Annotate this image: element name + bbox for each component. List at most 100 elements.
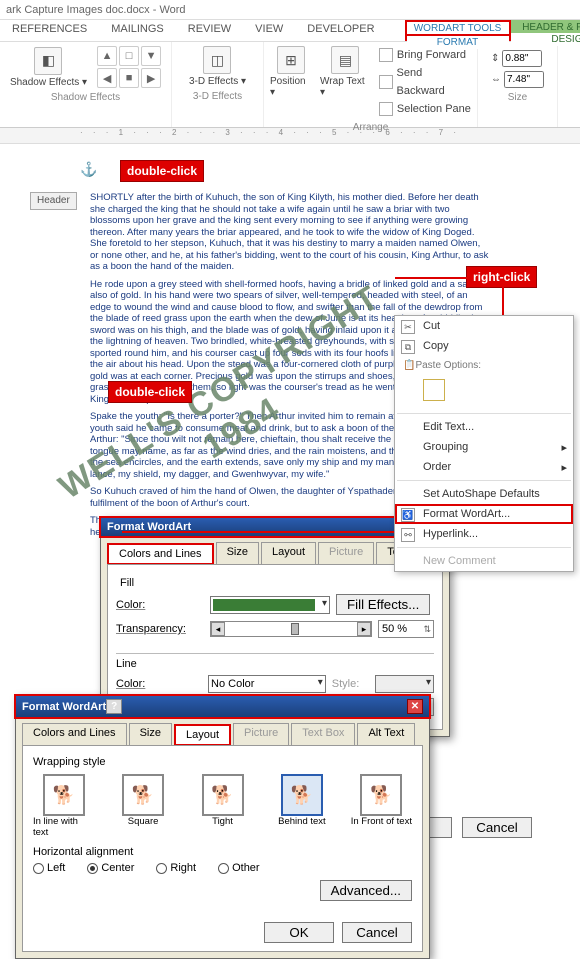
shadow-icon: ◧ xyxy=(34,47,62,75)
3d-effects-button[interactable]: ◫ 3-D Effects ▾ xyxy=(189,46,246,87)
wrap-behind-text[interactable]: 🐕Behind text xyxy=(271,774,332,838)
anchor-icon: ⚓ xyxy=(80,164,97,176)
line-color-combo[interactable]: No Color xyxy=(208,675,326,693)
menu-new-comment: New Comment xyxy=(395,551,573,571)
menu-copy[interactable]: ⧉Copy xyxy=(395,336,573,356)
menu-format-wordart[interactable]: ♿Format WordArt... xyxy=(395,504,573,524)
align-left-radio[interactable]: Left xyxy=(33,862,65,874)
annotation-line xyxy=(122,531,400,533)
tab-alt-text[interactable]: Alt Text xyxy=(357,723,415,745)
fill-effects-button[interactable]: Fill Effects... xyxy=(336,594,430,615)
callout-double-click-2: double-click xyxy=(108,381,192,403)
menu-paste-keep-formatting[interactable] xyxy=(395,375,573,410)
position-button[interactable]: ⊞Position ▾ xyxy=(270,46,312,98)
shadow-effects-button[interactable]: ◧ Shadow Effects ▾ xyxy=(10,47,87,88)
menu-order[interactable]: Order xyxy=(395,457,573,477)
position-icon: ⊞ xyxy=(277,46,305,74)
tab-size[interactable]: Size xyxy=(129,723,172,745)
paste-option-icon xyxy=(423,379,445,401)
wordart-tools-context-tab[interactable]: WORDART TOOLS FORMAT xyxy=(405,20,511,41)
line-color-label: Color: xyxy=(116,678,202,690)
selection-pane-icon xyxy=(379,102,393,116)
wrap-tight[interactable]: 🐕Tight xyxy=(192,774,253,838)
align-center-radio[interactable]: Center xyxy=(87,862,134,874)
tab-layout[interactable]: Layout xyxy=(261,542,316,564)
wrap-in-front[interactable]: 🐕In Front of text xyxy=(351,774,412,838)
close-button[interactable]: ✕ xyxy=(407,699,423,714)
tab-size[interactable]: Size xyxy=(216,542,259,564)
cut-icon: ✂ xyxy=(401,320,415,334)
copy-icon: ⧉ xyxy=(401,340,415,354)
dog-icon: 🐕 xyxy=(52,785,74,806)
separator xyxy=(397,413,571,414)
line-style-combo xyxy=(375,675,434,693)
fill-color-swatch xyxy=(213,599,315,611)
separator xyxy=(397,547,571,548)
tab-references[interactable]: REFERENCES xyxy=(0,20,99,41)
fill-color-label: Color: xyxy=(116,599,204,611)
wrap-text-icon: ▤ xyxy=(331,46,359,74)
dog-icon: 🐕 xyxy=(370,785,392,806)
dialog-title: Format WordArt xyxy=(22,701,106,713)
shadow-toggle-icon[interactable]: □ xyxy=(119,46,139,66)
help-button[interactable]: ? xyxy=(106,699,122,714)
menu-cut[interactable]: ✂Cut xyxy=(395,316,573,336)
ribbon: ◧ Shadow Effects ▾ ▲ □ ▼ ◀ ■ ▶ Shadow Ef… xyxy=(0,42,580,128)
nudge-up-icon[interactable]: ▲ xyxy=(97,46,117,66)
cancel-button[interactable]: Cancel xyxy=(462,817,532,838)
menu-grouping[interactable]: Grouping xyxy=(395,437,573,457)
nudge-left-icon[interactable]: ◀ xyxy=(97,68,117,88)
send-backward-button[interactable]: Send Backward xyxy=(379,64,471,100)
dog-icon: 🐕 xyxy=(291,785,313,806)
shadow-center-icon[interactable]: ■ xyxy=(119,68,139,88)
width-icon: ⇔ xyxy=(491,74,501,85)
fill-label: Fill xyxy=(116,577,138,589)
menu-hyperlink[interactable]: ⚯Hyperlink... xyxy=(395,524,573,544)
tab-mailings[interactable]: MAILINGS xyxy=(99,20,176,41)
format-wordart-dialog-layout: Format WordArt ? ✕ Colors and Lines Size… xyxy=(15,695,430,959)
tab-colors-and-lines[interactable]: Colors and Lines xyxy=(22,723,127,745)
advanced-button[interactable]: Advanced... xyxy=(320,880,412,901)
wrap-text-button[interactable]: ▤Wrap Text ▾ xyxy=(320,46,371,98)
tab-review[interactable]: REVIEW xyxy=(176,20,243,41)
tab-colors-and-lines[interactable]: Colors and Lines xyxy=(107,543,214,565)
ok-button[interactable]: OK xyxy=(264,922,334,943)
tab-developer[interactable]: DEVELOPER xyxy=(295,20,386,41)
height-icon: ⇕ xyxy=(491,53,499,64)
menu-paste-options-label: 📋Paste Options: xyxy=(395,356,573,375)
align-other-radio[interactable]: Other xyxy=(218,862,260,874)
selection-pane-button[interactable]: Selection Pane xyxy=(379,100,471,118)
wrap-inline[interactable]: 🐕In line with text xyxy=(33,774,94,838)
transparency-spin[interactable]: 50 % xyxy=(378,620,434,638)
menu-edit-text[interactable]: Edit Text... xyxy=(395,417,573,437)
align-right-radio[interactable]: Right xyxy=(156,862,196,874)
dialog-title-bar[interactable]: Format WordArt ? ✕ xyxy=(16,696,429,717)
tab-layout[interactable]: Layout xyxy=(174,724,231,746)
tab-textbox: Text Box xyxy=(291,723,355,745)
wrap-square[interactable]: 🐕Square xyxy=(112,774,173,838)
tab-picture: Picture xyxy=(233,723,289,745)
format-wordart-icon: ♿ xyxy=(401,508,415,522)
fill-color-combo[interactable] xyxy=(210,596,330,614)
cancel-button[interactable]: Cancel xyxy=(342,922,412,943)
wrapping-style-label: Wrapping style xyxy=(33,756,412,768)
ruler: · · · 1 · · · 2 · · · 3 · · · 4 · · · 5 … xyxy=(0,128,580,144)
height-input[interactable] xyxy=(502,50,542,67)
send-backward-icon xyxy=(379,75,393,89)
separator xyxy=(397,480,571,481)
header-footer-context-tab[interactable]: HEADER & FOOTE... DESIGN xyxy=(511,20,580,41)
line-label: Line xyxy=(116,658,137,670)
tab-view[interactable]: VIEW xyxy=(243,20,295,41)
width-input[interactable] xyxy=(504,71,544,88)
menu-set-autoshape-defaults[interactable]: Set AutoShape Defaults xyxy=(395,484,573,504)
context-menu: ✂Cut ⧉Copy 📋Paste Options: Edit Text... … xyxy=(394,315,574,572)
transparency-slider[interactable]: ◂▸ xyxy=(210,621,372,637)
paste-icon: 📋 xyxy=(403,360,415,371)
shadow-effects-group-label: Shadow Effects xyxy=(51,92,120,103)
tab-picture: Picture xyxy=(318,542,374,564)
fill-group: Fill Color: Fill Effects... Transparency… xyxy=(116,573,434,647)
ribbon-tabs: REFERENCES MAILINGS REVIEW VIEW DEVELOPE… xyxy=(0,20,580,42)
header-tag[interactable]: Header xyxy=(30,192,77,210)
nudge-down-icon[interactable]: ▼ xyxy=(141,46,161,66)
nudge-right-icon[interactable]: ▶ xyxy=(141,68,161,88)
